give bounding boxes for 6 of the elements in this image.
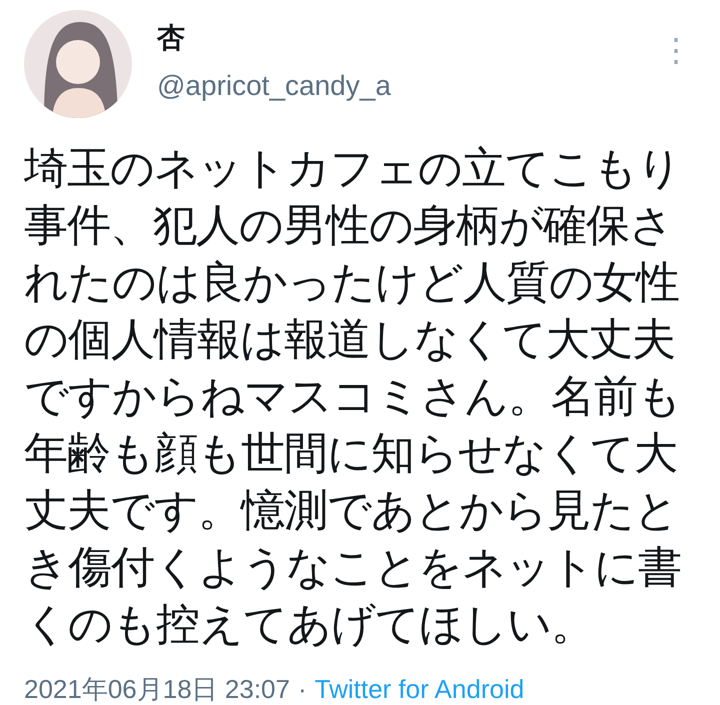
- source-link[interactable]: Twitter for Android: [314, 671, 524, 705]
- separator: ·: [298, 673, 307, 705]
- user-handle[interactable]: @apricot_candy_a: [157, 66, 656, 106]
- tweet-text: 埼玉のネットカフェの立てこもり事件、犯人の男性の身柄が確保されたのは良かったけど人質の女性の個人情報は報道しなくて大丈夫ですからねマスコミさん。名前も年齢も顔も世間に知らせなくて大丈夫です。憶測であとから見たとき傷付くようなことをネットに書くのも控えてあげてほしい。: [24, 143, 682, 651]
- timestamp: 2021年06月18日 23:07: [24, 673, 290, 705]
- user-name[interactable]: 杏: [157, 18, 656, 58]
